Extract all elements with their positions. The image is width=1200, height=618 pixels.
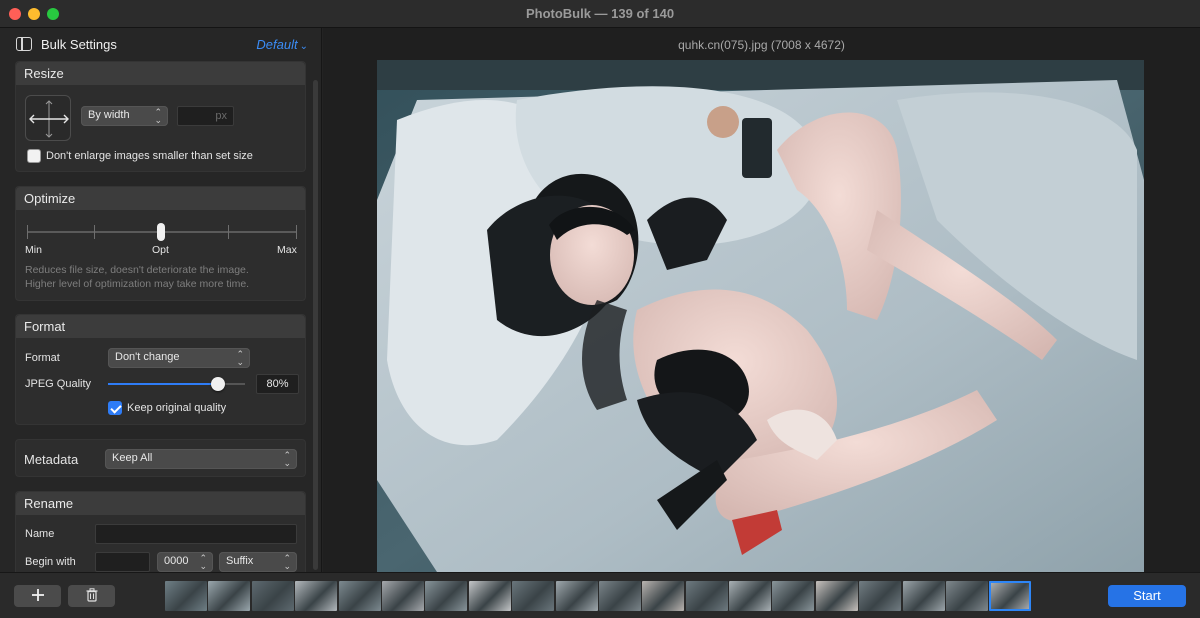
optimize-section: Optimize Min Opt Max Reduces file size, … bbox=[15, 186, 306, 301]
rename-position-value: Suffix bbox=[226, 555, 254, 567]
optimize-hint-line2: Higher level of optimization may take mo… bbox=[25, 278, 250, 290]
sidebar-scrollbar[interactable] bbox=[313, 80, 318, 570]
preview-photo bbox=[377, 60, 1144, 572]
metadata-label: Metadata bbox=[24, 452, 79, 467]
rename-section: Rename Name Begin with 0000 ⌃ ⌄ Suffix ⌃ ⌄ bbox=[15, 491, 306, 572]
format-label: Format bbox=[25, 352, 60, 364]
format-header: Format bbox=[16, 315, 305, 338]
file-title: quhk.cn(075).jpg (7008 x 4672) bbox=[678, 38, 845, 52]
rename-begin-field[interactable] bbox=[95, 552, 150, 572]
rename-begin-label: Begin with bbox=[25, 556, 76, 568]
optimize-max-label: Max bbox=[277, 244, 297, 256]
title-bar: PhotoBulk — 139 of 140 bbox=[0, 0, 1200, 28]
filmstrip-thumbnail[interactable] bbox=[555, 581, 598, 611]
metadata-section: Metadata Keep All ⌃ ⌄ bbox=[15, 439, 306, 477]
optimize-opt-label: Opt bbox=[152, 244, 169, 256]
filmstrip-thumbnail[interactable] bbox=[815, 581, 858, 611]
sidebar-title: Bulk Settings bbox=[41, 37, 117, 52]
plus-icon bbox=[31, 588, 45, 605]
filmstrip-thumbnail[interactable] bbox=[598, 581, 641, 611]
format-section: Format Format Don't change ⌃ ⌄ JPEG Quali… bbox=[15, 314, 306, 425]
resize-mode-value: By width bbox=[88, 109, 130, 121]
thumbnail-filmstrip[interactable] bbox=[165, 581, 1033, 611]
resize-section: Resize By width ⌃ ⌄ px Don't enlarge imag… bbox=[15, 61, 306, 172]
filmstrip-thumbnail[interactable] bbox=[208, 581, 251, 611]
filmstrip-thumbnail[interactable] bbox=[251, 581, 294, 611]
resize-direction-icon bbox=[25, 95, 71, 141]
filmstrip-thumbnail[interactable] bbox=[946, 581, 989, 611]
resize-header: Resize bbox=[16, 62, 305, 85]
keep-quality-checkbox[interactable] bbox=[108, 401, 122, 415]
preset-dropdown[interactable]: Default ⌄ bbox=[256, 37, 308, 52]
keep-quality-label: Keep original quality bbox=[127, 402, 227, 414]
preset-label: Default bbox=[256, 37, 298, 52]
jpeg-quality-field[interactable]: 80% bbox=[256, 374, 299, 394]
add-button[interactable] bbox=[14, 585, 61, 607]
no-enlarge-label: Don't enlarge images smaller than set si… bbox=[46, 150, 253, 162]
jpeg-quality-label: JPEG Quality bbox=[25, 378, 92, 390]
filmstrip-thumbnail[interactable] bbox=[512, 581, 555, 611]
stepper-arrows-icon: ⌃ ⌄ bbox=[283, 553, 291, 571]
filmstrip-thumbnail[interactable] bbox=[468, 581, 511, 611]
sidebar-toggle-icon[interactable] bbox=[16, 37, 32, 51]
optimize-slider-knob[interactable] bbox=[157, 223, 165, 241]
optimize-header: Optimize bbox=[16, 187, 305, 210]
delete-button[interactable] bbox=[68, 585, 115, 607]
rename-position-select[interactable]: Suffix ⌃ ⌄ bbox=[219, 552, 297, 572]
slider-tick bbox=[94, 225, 95, 239]
slider-tick bbox=[27, 225, 28, 239]
filmstrip-thumbnail[interactable] bbox=[295, 581, 338, 611]
filmstrip-thumbnail[interactable] bbox=[729, 581, 772, 611]
filmstrip-thumbnail[interactable] bbox=[425, 581, 468, 611]
resize-mode-select[interactable]: By width ⌃ ⌄ bbox=[81, 106, 168, 126]
rename-counter-select[interactable]: 0000 ⌃ ⌄ bbox=[157, 552, 213, 572]
slider-tick bbox=[296, 225, 297, 239]
metadata-value: Keep All bbox=[112, 452, 153, 464]
resize-unit-label: px bbox=[215, 110, 227, 122]
settings-sidebar: Bulk Settings Default ⌄ Resize By width ⌃… bbox=[0, 28, 322, 572]
chevron-down-icon: ⌄ bbox=[299, 41, 308, 52]
filmstrip-thumbnail[interactable] bbox=[381, 581, 424, 611]
jpeg-quality-knob[interactable] bbox=[210, 377, 225, 391]
metadata-select[interactable]: Keep All ⌃ ⌄ bbox=[105, 449, 297, 469]
stepper-arrows-icon: ⌃ ⌄ bbox=[236, 349, 244, 367]
rename-name-label: Name bbox=[25, 528, 55, 540]
bottom-toolbar: Start bbox=[0, 572, 1200, 618]
rename-counter-value: 0000 bbox=[164, 555, 189, 567]
app-window: PhotoBulk — 139 of 140 Bulk Settings Def… bbox=[0, 0, 1200, 618]
stepper-arrows-icon: ⌃ ⌄ bbox=[154, 107, 162, 125]
filmstrip-thumbnail[interactable] bbox=[772, 581, 815, 611]
rename-header: Rename bbox=[16, 492, 305, 515]
filmstrip-thumbnail[interactable] bbox=[338, 581, 381, 611]
sidebar-header: Bulk Settings Default ⌄ bbox=[0, 28, 321, 60]
resize-width-field[interactable]: px bbox=[177, 106, 234, 126]
optimize-hint-line1: Reduces file size, doesn't deteriorate t… bbox=[25, 264, 249, 276]
slider-tick bbox=[228, 225, 229, 239]
trash-icon bbox=[86, 587, 98, 605]
preview-area: quhk.cn(075).jpg (7008 x 4672) bbox=[323, 28, 1200, 572]
filmstrip-thumbnail[interactable] bbox=[165, 581, 207, 611]
filmstrip-thumbnail[interactable] bbox=[859, 581, 902, 611]
filmstrip-thumbnail[interactable] bbox=[685, 581, 728, 611]
window-title: PhotoBulk — 139 of 140 bbox=[525, 6, 675, 21]
stepper-arrows-icon: ⌃ ⌄ bbox=[283, 450, 291, 468]
rename-name-field[interactable] bbox=[95, 524, 297, 544]
no-enlarge-checkbox[interactable] bbox=[27, 149, 41, 163]
format-value: Don't change bbox=[115, 351, 180, 363]
format-select[interactable]: Don't change ⌃ ⌄ bbox=[108, 348, 250, 368]
filmstrip-thumbnail[interactable] bbox=[902, 581, 945, 611]
filmstrip-thumbnail[interactable] bbox=[989, 581, 1032, 611]
jpeg-quality-fill bbox=[108, 383, 218, 385]
filmstrip-thumbnail[interactable] bbox=[642, 581, 685, 611]
stepper-arrows-icon: ⌃ ⌄ bbox=[199, 553, 207, 571]
optimize-min-label: Min bbox=[25, 244, 42, 256]
start-button[interactable]: Start bbox=[1108, 585, 1186, 607]
